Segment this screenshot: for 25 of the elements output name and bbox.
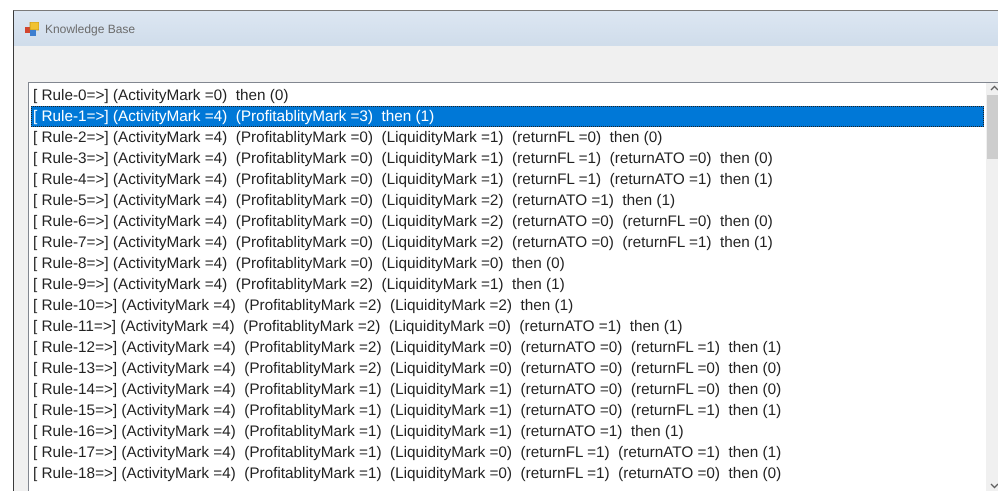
rule-item[interactable]: [ Rule-10=>] (ActivityMark =4) (ProfitablityMark =2) (LiquidityMark =2) then (1)	[31, 295, 984, 316]
rule-item[interactable]: [ Rule-17=>] (ActivityMark =4) (ProfitablityMark =1) (LiquidityMark =0) (returnFL =1) (returnATO =1) then (1)	[31, 442, 984, 463]
rule-item[interactable]: [ Rule-15=>] (ActivityMark =4) (ProfitablityMark =1) (LiquidityMark =1) (returnATO =0) (returnFL =1) then (1)	[31, 400, 984, 421]
rule-item[interactable]: [ Rule-18=>] (ActivityMark =4) (ProfitablityMark =1) (LiquidityMark =0) (returnFL =1) (returnATO =0) then (0)	[31, 463, 984, 484]
rule-item[interactable]: [ Rule-12=>] (ActivityMark =4) (ProfitablityMark =2) (LiquidityMark =0) (returnATO =0) (returnFL =1) then (1)	[31, 337, 984, 358]
app-icon	[25, 22, 39, 36]
rule-item[interactable]: [ Rule-1=>] (ActivityMark =4) (ProfitablityMark =3) then (1)	[31, 106, 984, 127]
scrollbar[interactable]	[986, 83, 998, 491]
rule-item[interactable]: [ Rule-7=>] (ActivityMark =4) (ProfitablityMark =0) (LiquidityMark =2) (returnATO =0) (returnFL =1) then (1)	[31, 232, 984, 253]
rule-item[interactable]: [ Rule-2=>] (ActivityMark =4) (ProfitablityMark =0) (LiquidityMark =1) (returnFL =0) then (0)	[31, 127, 984, 148]
window-title: Knowledge Base	[45, 22, 136, 36]
rule-item[interactable]: [ Rule-14=>] (ActivityMark =4) (ProfitablityMark =1) (LiquidityMark =1) (returnATO =0) (returnFL =0) then (0)	[31, 379, 984, 400]
rule-item[interactable]: [ Rule-6=>] (ActivityMark =4) (ProfitablityMark =0) (LiquidityMark =2) (returnATO =0) (returnFL =0) then (0)	[31, 211, 984, 232]
rule-item[interactable]: [ Rule-8=>] (ActivityMark =4) (ProfitablityMark =0) (LiquidityMark =0) then (0)	[31, 253, 984, 274]
rule-item[interactable]: [ Rule-16=>] (ActivityMark =4) (ProfitablityMark =1) (LiquidityMark =1) (returnATO =1) then (1)	[31, 421, 984, 442]
rule-item[interactable]: [ Rule-4=>] (ActivityMark =4) (ProfitablityMark =0) (LiquidityMark =1) (returnFL =1) (returnATO =1) then (1)	[31, 169, 984, 190]
rule-item[interactable]: [ Rule-9=>] (ActivityMark =4) (ProfitablityMark =2) (LiquidityMark =1) then (1)	[31, 274, 984, 295]
scroll-up-icon[interactable]	[990, 85, 998, 91]
rule-item[interactable]: [ Rule-11=>] (ActivityMark =4) (ProfitablityMark =2) (LiquidityMark =0) (returnATO =1) then (1)	[31, 316, 984, 337]
scroll-down-icon[interactable]	[990, 483, 998, 489]
rule-item[interactable]: [ Rule-0=>] (ActivityMark =0) then (0)	[31, 85, 984, 106]
rule-item[interactable]: [ Rule-5=>] (ActivityMark =4) (ProfitablityMark =0) (LiquidityMark =2) (returnATO =1) then (1)	[31, 190, 984, 211]
scroll-thumb[interactable]	[987, 95, 998, 159]
rule-item[interactable]: [ Rule-13=>] (ActivityMark =4) (ProfitablityMark =2) (LiquidityMark =0) (returnATO =0) (returnFL =0) then (0)	[31, 358, 984, 379]
rule-item[interactable]: [ Rule-3=>] (ActivityMark =4) (ProfitablityMark =0) (LiquidityMark =1) (returnFL =1) (returnATO =0) then (0)	[31, 148, 984, 169]
